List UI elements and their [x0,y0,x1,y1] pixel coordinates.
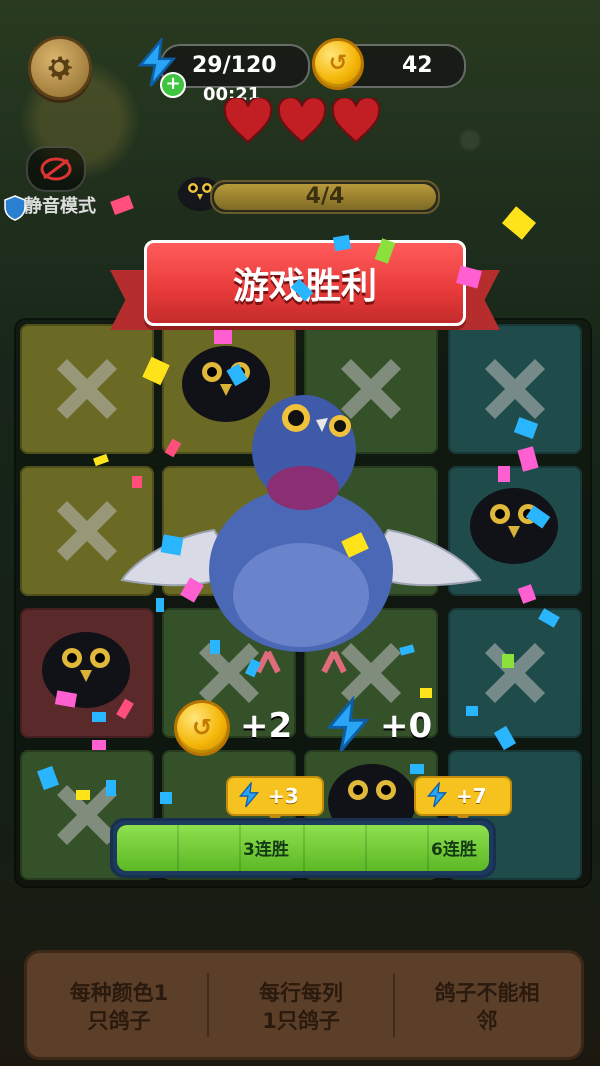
add-energy-button[interactable]: + [160,72,186,98]
rule-item: 鸽子不能相邻 [399,953,575,1057]
streak-tick [177,825,179,871]
level-progress-text: 4/4 [305,184,345,209]
streak-tag-6-value: +7 [456,784,487,808]
streak-tag-3-value: +3 [268,784,299,808]
win-streak-bar: 3连胜 6连胜 [110,818,496,878]
rule-item: 每种颜色1 只鸽子 [31,953,207,1057]
streak-tag-3: +3 [226,776,324,823]
rule-line: 只鸽子 [87,1009,151,1033]
rule-divider [207,973,209,1037]
streak-tick [239,825,241,871]
energy-value: 29/120 [192,53,277,78]
coin-icon [174,700,230,756]
bolt-icon [238,782,260,808]
rule-divider [393,973,395,1037]
close-x-icon [485,643,545,703]
rule-line: 每行每列 [259,981,343,1005]
coin-reward: +2 [240,706,293,746]
rule-line: 鸽子不能相 [434,981,540,1005]
bolt-icon [326,696,370,752]
victory-title: 游戏胜利 [232,266,377,307]
rules-panel: 每种颜色1 只鸽子 每行每列 1只鸽子 鸽子不能相邻 [24,950,584,1060]
heart-icon [277,98,327,144]
streak-tag-6: +7 [414,776,512,823]
mute-icon [40,157,72,181]
close-x-icon [485,359,545,419]
coin-value: 42 [402,53,433,78]
victory-banner: 游戏胜利 [110,232,500,342]
streak-label-6: 6连胜 [431,840,477,860]
close-x-icon [57,359,117,419]
energy-reward: +0 [380,706,433,746]
coin-icon [312,38,364,90]
banner-plate: 游戏胜利 [144,240,466,326]
mute-toggle[interactable] [26,146,86,192]
shield-icon [4,195,26,221]
rule-line: 邻 [476,1009,498,1033]
streak-tick [427,825,429,871]
pigeon-icon [328,764,416,822]
streak-label-3: 3连胜 [243,840,289,860]
streak-tick [365,825,367,871]
gear-icon [48,56,72,80]
pigeon-character [120,395,482,674]
level-progress-bar: 4/4 [210,180,440,214]
rule-line: 1只鸽子 [262,1009,340,1033]
mute-label: 静音模式 [24,196,96,217]
close-x-icon [57,501,117,561]
bolt-icon [426,782,448,808]
heart-icon [331,98,381,144]
settings-button[interactable] [28,36,92,100]
rule-item: 每行每列 1只鸽子 [213,953,389,1057]
rule-line: 每种颜色1 [69,981,169,1005]
heart-icon [223,98,273,144]
streak-tick [303,825,305,871]
